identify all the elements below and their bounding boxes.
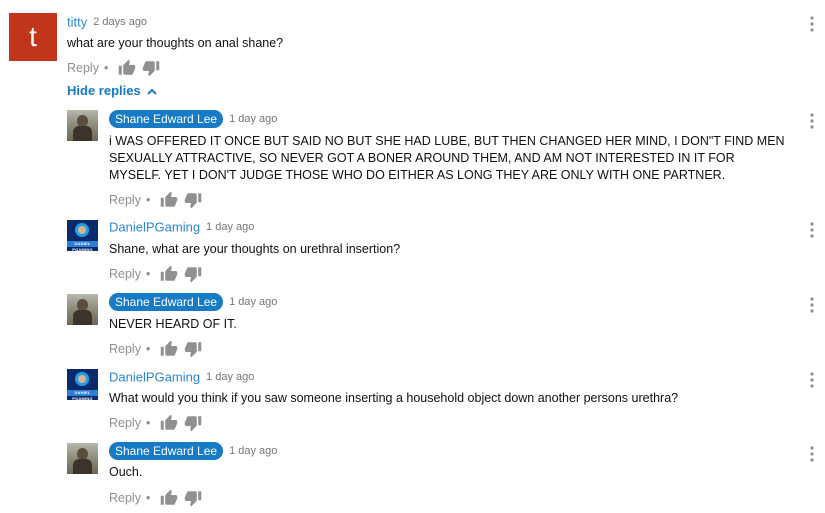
separator-dot: •: [145, 416, 151, 430]
author-badge[interactable]: Shane Edward Lee: [109, 293, 224, 311]
avatar[interactable]: [67, 443, 98, 474]
comment-time[interactable]: 1 day ago: [206, 371, 254, 383]
comment-text: Ouch.: [109, 465, 143, 479]
separator-dot: •: [145, 491, 151, 505]
comment-text: i WAS OFFERED IT ONCE BUT SAID NO BUT SH…: [109, 134, 785, 182]
comment-meta: DanielPGaming 1 day ago: [109, 368, 254, 388]
hide-replies-button[interactable]: Hide replies: [67, 82, 157, 98]
thumbs-down-icon[interactable]: [184, 340, 202, 358]
avatar[interactable]: DANIEL PGAMING: [67, 220, 98, 251]
author-badge[interactable]: Shane Edward Lee: [109, 442, 224, 460]
author-badge[interactable]: Shane Edward Lee: [109, 110, 224, 128]
avatar-band-text: DANIEL PGAMING: [67, 241, 98, 251]
separator-dot: •: [145, 193, 151, 207]
reply-button[interactable]: Reply: [109, 267, 141, 281]
comment-actions: Reply •: [109, 265, 202, 283]
comment-time[interactable]: 1 day ago: [206, 221, 254, 233]
reply-button[interactable]: Reply: [109, 416, 141, 430]
comment-meta: Shane Edward Lee 1 day ago: [109, 110, 277, 130]
avatar[interactable]: [67, 294, 98, 325]
comment-text: Shane, what are your thoughts on urethra…: [109, 242, 401, 256]
more-vert-icon[interactable]: [807, 221, 817, 239]
reply-button[interactable]: Reply: [109, 193, 141, 207]
more-vert-icon[interactable]: [807, 371, 817, 389]
comment-text: what are your thoughts on anal shane?: [67, 36, 284, 50]
comment-time[interactable]: 1 day ago: [229, 296, 277, 308]
reply-button[interactable]: Reply: [67, 61, 99, 75]
thumbs-up-icon[interactable]: [160, 489, 178, 507]
comment-actions: Reply •: [109, 489, 202, 507]
avatar[interactable]: [67, 110, 98, 141]
thumbs-up-icon[interactable]: [160, 265, 178, 283]
hide-replies-label: Hide replies: [67, 83, 141, 99]
comment-actions: Reply •: [109, 191, 202, 209]
author-name[interactable]: DanielPGaming: [109, 369, 200, 384]
separator-dot: •: [103, 61, 109, 75]
comment-meta: Shane Edward Lee 1 day ago: [109, 293, 277, 313]
comment-time[interactable]: 1 day ago: [229, 445, 277, 457]
thumbs-down-icon[interactable]: [184, 489, 202, 507]
comment-meta: titty 2 days ago: [67, 13, 147, 33]
author-name[interactable]: DanielPGaming: [109, 219, 200, 234]
separator-dot: •: [145, 342, 151, 356]
comment-text: NEVER HEARD OF IT.: [109, 317, 237, 331]
comment-actions: Reply •: [67, 59, 160, 77]
avatar[interactable]: t: [9, 13, 57, 61]
comment-time[interactable]: 2 days ago: [93, 16, 147, 28]
reply-button[interactable]: Reply: [109, 342, 141, 356]
comment-text: What would you think if you saw someone …: [109, 391, 679, 405]
comment-time[interactable]: 1 day ago: [229, 113, 277, 125]
thumbs-up-icon[interactable]: [160, 340, 178, 358]
thumbs-up-icon[interactable]: [160, 191, 178, 209]
thumbs-down-icon[interactable]: [184, 414, 202, 432]
author-name[interactable]: titty: [67, 14, 87, 29]
separator-dot: •: [145, 267, 151, 281]
comment-meta: Shane Edward Lee 1 day ago: [109, 442, 277, 462]
avatar-band-text: DANIEL PGAMING: [67, 390, 98, 400]
comment-actions: Reply •: [109, 340, 202, 358]
more-vert-icon[interactable]: [807, 112, 817, 130]
thumbs-down-icon[interactable]: [184, 265, 202, 283]
more-vert-icon[interactable]: [807, 296, 817, 314]
reply-button[interactable]: Reply: [109, 491, 141, 505]
avatar[interactable]: DANIEL PGAMING: [67, 369, 98, 400]
thumbs-down-icon[interactable]: [184, 191, 202, 209]
thumbs-up-icon[interactable]: [160, 414, 178, 432]
comment-meta: DanielPGaming 1 day ago: [109, 218, 254, 238]
more-vert-icon[interactable]: [807, 445, 817, 463]
more-vert-icon[interactable]: [807, 15, 817, 33]
thumbs-up-icon[interactable]: [118, 59, 136, 77]
comment-actions: Reply •: [109, 414, 202, 432]
thumbs-down-icon[interactable]: [142, 59, 160, 77]
chevron-up-icon: [146, 83, 157, 98]
